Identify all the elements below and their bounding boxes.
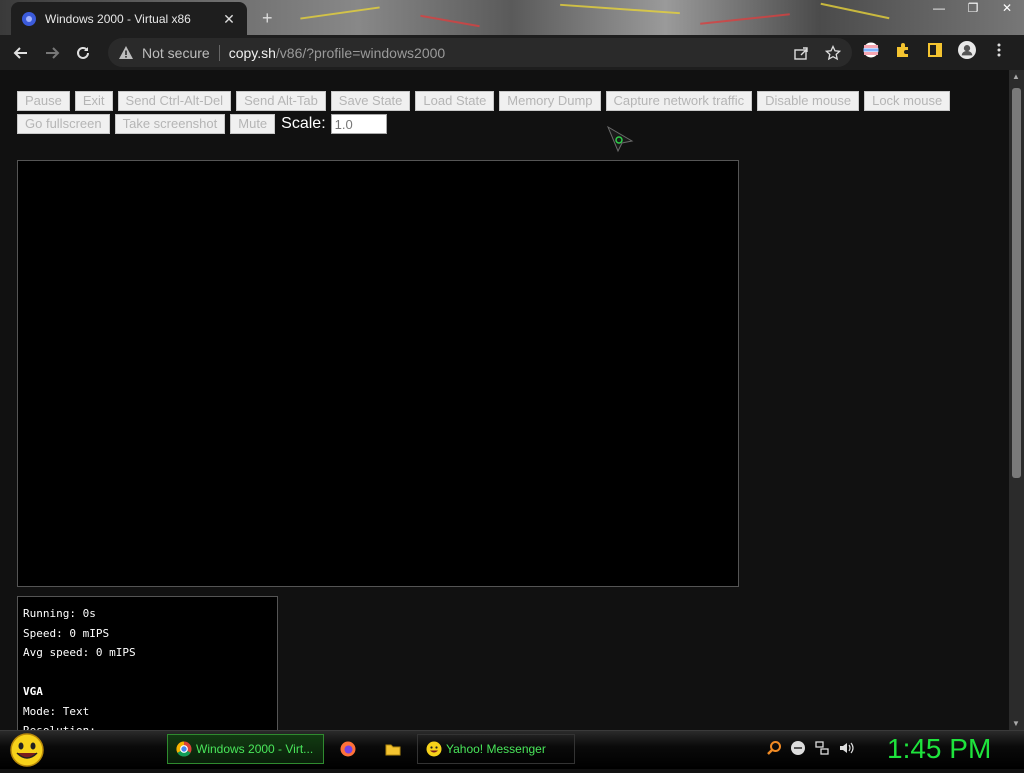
forward-icon[interactable] — [42, 43, 62, 63]
wallpaper-streak — [560, 3, 680, 15]
save-state-button[interactable]: Save State — [330, 91, 411, 111]
extensions-puzzle-icon[interactable] — [894, 41, 912, 59]
emulator-controls: Pause Exit Send Ctrl-Alt-Del Send Alt-Ta… — [17, 91, 997, 134]
load-state-button[interactable]: Load State — [415, 91, 495, 111]
emulator-screen[interactable] — [17, 160, 739, 587]
security-label[interactable]: Not secure — [142, 45, 210, 61]
stat-running: Running: 0s — [23, 607, 96, 620]
task-label-chrome: Windows 2000 - Virt... — [196, 742, 314, 756]
scale-label: Scale: — [281, 115, 326, 132]
yahoo-smiley-icon — [426, 741, 442, 757]
status-tray-icon[interactable] — [790, 740, 806, 756]
taskbar-task-chrome[interactable]: Windows 2000 - Virt... — [167, 734, 324, 764]
taskbar-clock[interactable]: 1:45 PM — [887, 733, 991, 765]
tab-title: Windows 2000 - Virtual x86 — [45, 11, 191, 26]
bookmark-star-icon[interactable] — [824, 44, 842, 62]
system-tray — [766, 740, 854, 756]
taskbar-task-yahoo-messenger[interactable]: Yahoo! Messenger — [417, 734, 575, 764]
restore-icon[interactable]: ❐ — [956, 0, 990, 18]
stat-avg-speed: Avg speed: 0 mIPS — [23, 646, 136, 659]
not-secure-warning-icon[interactable] — [118, 45, 134, 61]
browser-tab-strip: Windows 2000 - Virtual x86 ✕ + — ❐ ✕ — [0, 0, 1024, 35]
browser-tab[interactable]: Windows 2000 - Virtual x86 ✕ — [11, 2, 247, 35]
page-content: Pause Exit Send Ctrl-Alt-Del Send Alt-Ta… — [0, 70, 1009, 730]
wallpaper-streak — [820, 2, 890, 20]
url-path: /v86/?profile=windows2000 — [275, 44, 446, 61]
stat-mode: Mode: Text — [23, 704, 90, 718]
browser-menu-icon[interactable] — [990, 41, 1008, 59]
take-screenshot-button[interactable]: Take screenshot — [114, 114, 226, 134]
exit-button[interactable]: Exit — [74, 91, 113, 111]
scale-input[interactable] — [330, 114, 387, 134]
stat-resolution: Resolution: — [23, 721, 272, 730]
address-bar-actions — [792, 44, 842, 62]
scroll-up-icon[interactable]: ▲ — [1012, 72, 1020, 81]
share-icon[interactable] — [792, 44, 810, 62]
start-smiley-icon[interactable] — [8, 732, 46, 768]
search-tray-icon[interactable] — [766, 740, 782, 756]
tab-close-icon[interactable]: ✕ — [221, 11, 237, 27]
send-ctrl-alt-del-button[interactable]: Send Ctrl-Alt-Del — [117, 91, 232, 111]
wallpaper-streak — [420, 14, 480, 28]
wallpaper-streak — [700, 13, 790, 25]
firefox-quicklaunch-icon[interactable] — [340, 741, 356, 762]
emulator-stats-panel: Running: 0s Speed: 0 mIPS Avg speed: 0 m… — [17, 596, 278, 730]
back-icon[interactable] — [11, 43, 31, 63]
stat-speed: Speed: 0 mIPS — [23, 626, 110, 640]
window-controls: — ❐ ✕ — [922, 0, 1024, 18]
pause-button[interactable]: Pause — [17, 91, 70, 111]
disable-mouse-button[interactable]: Disable mouse — [757, 91, 860, 111]
os-taskbar: Windows 2000 - Virt... Yahoo! Messenger … — [0, 730, 1024, 769]
reload-icon[interactable] — [73, 43, 93, 63]
window-close-icon[interactable]: ✕ — [990, 0, 1024, 18]
page-scrollbar[interactable]: ▲ ▼ — [1009, 70, 1024, 730]
folder-quicklaunch-icon[interactable] — [385, 741, 401, 762]
mute-button[interactable]: Mute — [230, 114, 276, 134]
go-fullscreen-button[interactable]: Go fullscreen — [17, 114, 110, 134]
stats-spacer — [23, 663, 272, 683]
extension-icons — [862, 41, 1008, 59]
lock-mouse-button[interactable]: Lock mouse — [864, 91, 951, 111]
profile-flag-icon[interactable] — [862, 41, 880, 59]
wallpaper-streak — [300, 6, 380, 20]
account-avatar-icon[interactable] — [958, 41, 976, 59]
address-divider — [218, 44, 220, 61]
address-bar[interactable]: Not secure copy.sh/v86/?profile=windows2… — [108, 38, 852, 67]
url-host: copy.sh — [228, 44, 276, 61]
memory-dump-button[interactable]: Memory Dump — [499, 91, 601, 111]
new-tab-icon[interactable]: + — [262, 8, 273, 29]
task-label-yahoo: Yahoo! Messenger — [446, 742, 546, 756]
side-panel-icon[interactable] — [926, 41, 944, 59]
volume-tray-icon[interactable] — [838, 740, 854, 756]
stat-vga-heading: VGA — [23, 685, 43, 698]
network-tray-icon[interactable] — [814, 740, 830, 756]
scroll-down-icon[interactable]: ▼ — [1012, 719, 1020, 728]
mouse-cursor-icon — [606, 125, 634, 158]
scrollbar-thumb[interactable] — [1012, 88, 1021, 478]
minimize-icon[interactable]: — — [922, 0, 956, 18]
capture-network-traffic-button[interactable]: Capture network traffic — [605, 91, 753, 111]
send-alt-tab-button[interactable]: Send Alt-Tab — [236, 91, 326, 111]
chrome-icon — [176, 741, 192, 757]
v86-favicon-icon — [21, 11, 37, 27]
